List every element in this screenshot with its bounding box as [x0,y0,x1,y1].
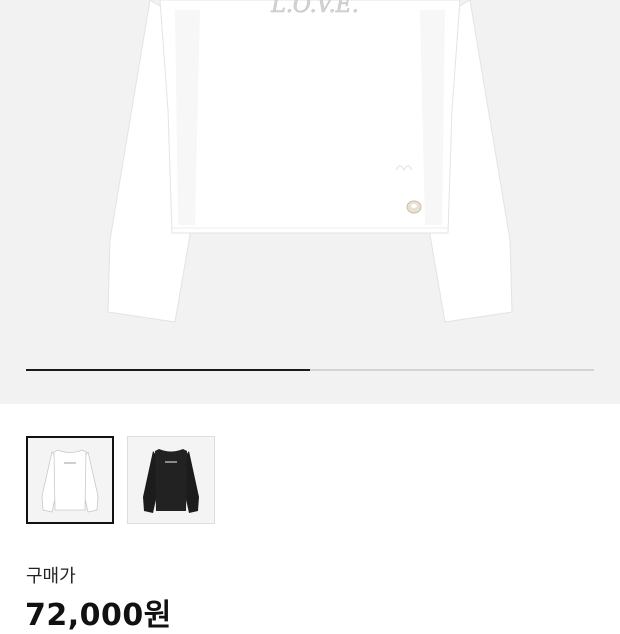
white-long-sleeve-tee-image: L.O.V.E. [107,0,513,323]
black-tee-thumbnail-image [143,449,199,513]
price-value: 72,000원 [25,598,172,633]
price-label: 구매가 [26,566,76,587]
gallery-progress-bar [26,369,594,371]
white-tee-thumbnail-image [41,449,99,513]
thumbnail-white-tee[interactable] [26,436,114,524]
thumbnail-black-tee[interactable] [127,436,215,524]
gallery-progress-indicator [26,369,310,371]
product-hero-image[interactable]: L.O.V.E. [0,0,620,404]
logo-print: L.O.V.E. [270,0,358,18]
